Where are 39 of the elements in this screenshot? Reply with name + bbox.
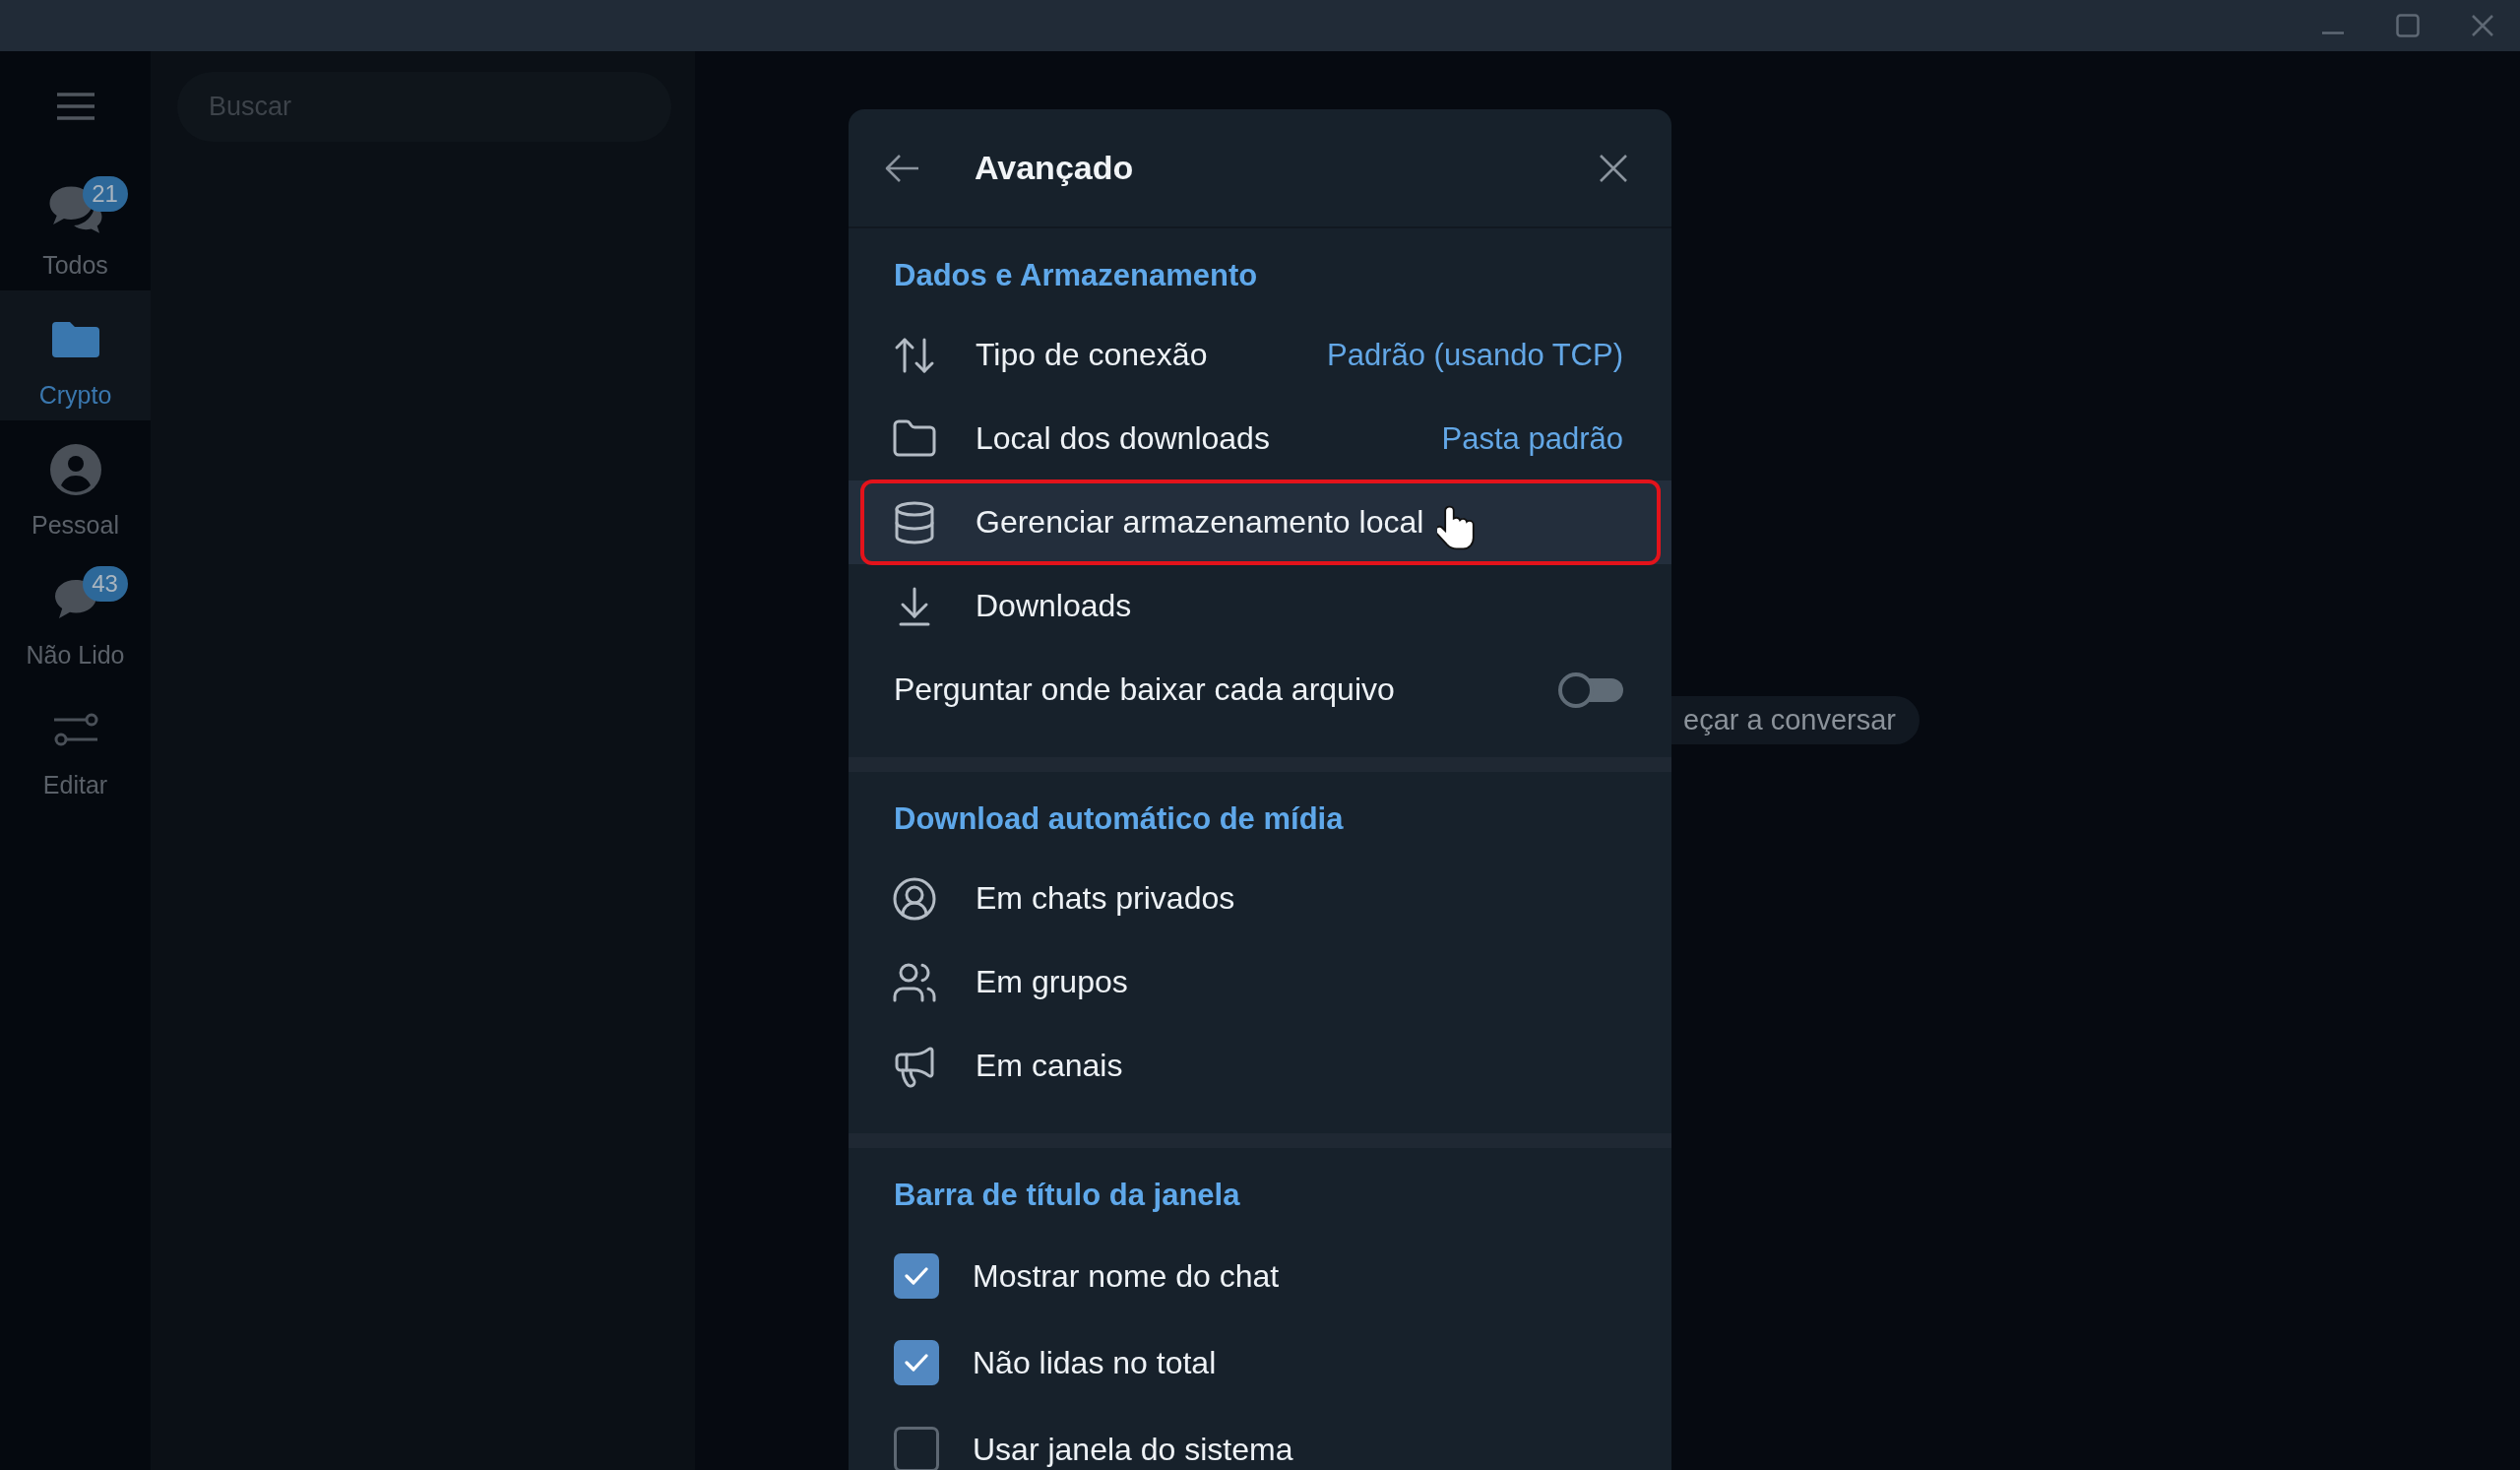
settings-item[interactable]: Downloads [849,564,1671,648]
sliders-icon [51,712,99,747]
maximize-icon [2396,14,2420,37]
folder-icon [51,322,99,357]
settings-item[interactable]: Perguntar onde baixar cada arquivo [849,648,1671,732]
section-title: Dados e Armazenamento [894,257,1259,294]
hand-cursor-icon [1437,504,1476,550]
setting-value: Padrão (usando TCP) [1327,337,1623,373]
close-button[interactable] [1599,153,1628,183]
section-title: Barra de título da janela [894,1177,1241,1214]
settings-item[interactable]: Em chats privados [849,857,1671,940]
menu-icon [56,92,94,120]
toggle-switch[interactable] [1558,671,1623,708]
back-button[interactable] [885,153,920,183]
checkbox[interactable] [894,1340,939,1385]
settings-item[interactable]: Tipo de conexão Padrão (usando TCP) [849,313,1671,397]
close-icon [2472,15,2493,36]
minimize-icon [2322,31,2344,34]
settings-item[interactable]: Em grupos [849,940,1671,1024]
user-avatar-icon [49,444,101,495]
checkmark-icon [905,1267,928,1285]
checkbox-option[interactable]: Usar janela do sistema [849,1406,1671,1470]
settings-item[interactable]: Em canais [849,1024,1671,1108]
section-title: Download automático de mídia [894,800,1345,838]
settings-item[interactable]: Gerenciar armazenamento local [849,480,1671,564]
settings-item[interactable]: Local dos downloads Pasta padrão [849,397,1671,480]
unread-badge: 43 [82,566,128,602]
checkbox-option[interactable]: Mostrar nome do chat [849,1233,1671,1319]
dialog-title: Avançado [975,149,1135,187]
setting-value: Pasta padrão [1441,420,1623,457]
unread-badge: 21 [82,176,128,212]
folder-tab[interactable]: Crypto [0,290,151,420]
hint-pill: eçar a conversar [1671,696,1920,744]
back-arrow-icon [885,153,920,183]
checkbox[interactable] [894,1427,939,1470]
checkbox-option[interactable]: Não lidas no total [849,1319,1671,1406]
checkmark-icon [905,1354,928,1372]
checkbox[interactable] [894,1253,939,1299]
close-icon [1599,153,1628,183]
